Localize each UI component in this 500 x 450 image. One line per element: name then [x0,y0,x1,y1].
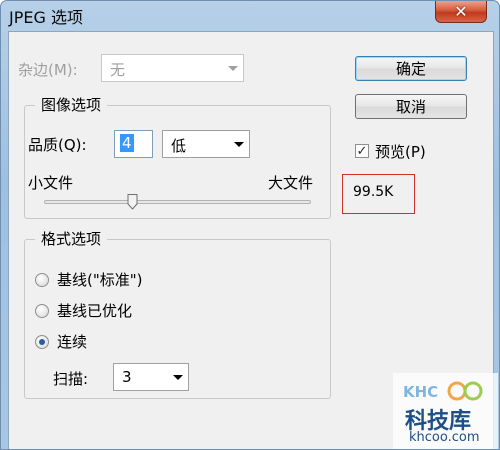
chevron-down-icon [229,131,249,157]
radio-label: 基线("标准") [57,271,143,289]
scan-label: 扫描: [53,370,89,388]
quality-label: 品质(Q): [28,136,87,154]
quality-level-value: 低 [171,137,187,155]
window-title: JPEG 选项 [9,8,83,27]
image-options-group: 图像选项 品质(Q): 4 低 小文件 大文件 [24,94,331,219]
quality-level-select[interactable]: 低 [162,130,250,158]
radio-label: 基线已优化 [57,302,133,320]
radio-button[interactable] [35,273,49,287]
large-file-label: 大文件 [268,174,314,192]
radio-button[interactable] [35,335,49,349]
radio-button[interactable] [35,304,49,318]
matte-label: 杂边(M): [18,61,78,79]
quality-slider[interactable] [44,200,311,204]
small-file-label: 小文件 [28,174,74,192]
ok-button-label: 确定 [395,60,426,78]
close-button[interactable]: ✕ [435,1,487,23]
slider-thumb-icon[interactable] [127,194,138,210]
matte-select[interactable]: 无 [101,54,244,82]
chevron-down-icon [168,364,188,390]
format-options-group: 格式选项 基线("标准") 基线已优化 连续 扫描: 3 [24,228,331,399]
matte-value: 无 [110,61,126,79]
cancel-button[interactable]: 取消 [355,94,467,119]
preview-checkbox[interactable]: ✓ [355,144,369,158]
chevron-down-icon [223,55,243,81]
quality-input[interactable]: 4 [114,130,153,158]
file-size-value: 99.5K [353,184,394,200]
radio-label: 连续 [57,333,88,351]
image-options-title: 图像选项 [35,94,108,115]
quality-input-value: 4 [120,134,134,152]
svg-text:KHC: KHC [403,383,438,401]
title-bar[interactable]: JPEG 选项 ✕ [1,1,499,31]
watermark-url: khcoo.com [409,430,480,445]
scan-select[interactable]: 3 [113,363,189,391]
preview-label: 预览(P) [375,143,426,161]
close-icon: ✕ [454,2,468,21]
format-options-title: 格式选项 [35,228,108,249]
scan-value: 3 [122,368,132,386]
cancel-button-label: 取消 [395,98,426,116]
file-size-box: 99.5K [342,174,415,214]
jpeg-options-dialog: JPEG 选项 ✕ 杂边(M): 无 图像选项 品质(Q): 4 低 小文件 大… [0,0,500,450]
khcoo-watermark: KHC 科技库 khcoo.com [393,373,498,449]
ok-button[interactable]: 确定 [355,56,467,81]
check-icon: ✓ [356,143,368,159]
